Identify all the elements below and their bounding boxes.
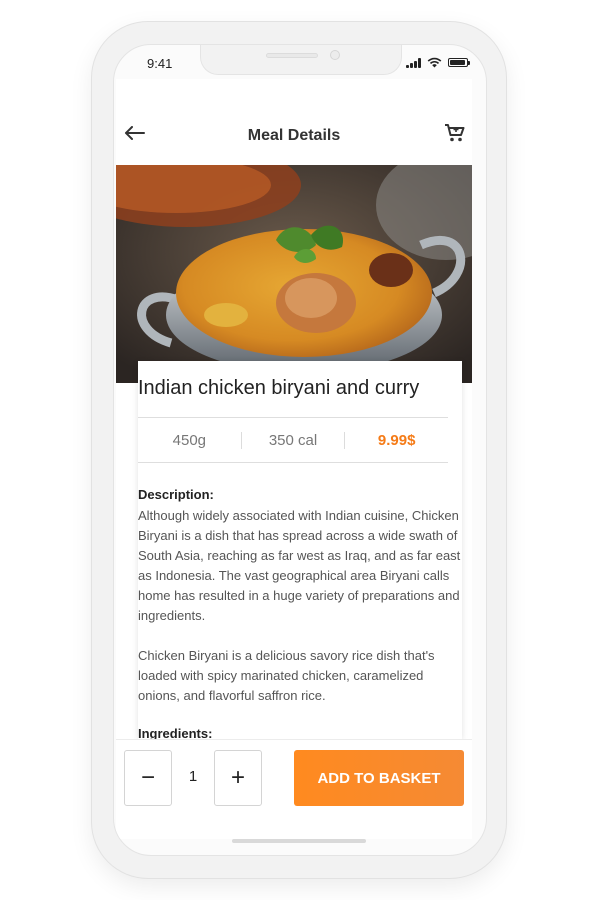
meal-calories: 350 cal xyxy=(240,431,345,449)
shopping-cart-icon[interactable] xyxy=(444,123,466,143)
cellular-signal-icon xyxy=(406,57,421,68)
page-title: Meal Details xyxy=(247,127,341,144)
status-time: 9:41 xyxy=(147,56,173,71)
meal-price: 9.99$ xyxy=(344,431,448,449)
plus-icon: + xyxy=(230,764,245,791)
increase-quantity-button[interactable]: + xyxy=(214,750,262,806)
phone-screen: 9:41 Meal Details Indian chicken biryani… xyxy=(113,44,487,856)
bottom-bar: − 1 + ADD TO BASKET xyxy=(116,739,472,839)
add-to-basket-button[interactable]: ADD TO BASKET xyxy=(294,750,464,806)
meal-name: Indian chicken biryani and curry xyxy=(138,377,420,399)
description-text: Although widely associated with Indian c… xyxy=(138,506,464,726)
meal-details-screen: Meal Details Indian chicken biryani and … xyxy=(116,79,472,839)
description-paragraph: Chicken Biryani is a delicious savory ri… xyxy=(138,648,435,703)
camera-icon xyxy=(330,50,340,60)
decrease-quantity-button[interactable]: − xyxy=(124,750,172,806)
meal-stats: 450g 350 cal 9.99$ xyxy=(138,417,448,463)
meal-photo xyxy=(116,165,472,383)
wifi-icon xyxy=(427,57,442,68)
description-paragraph: Although widely associated with Indian c… xyxy=(138,508,461,623)
speaker-icon xyxy=(266,53,318,58)
meal-info-card: Indian chicken biryani and curry 450g 35… xyxy=(138,361,464,741)
header: Meal Details xyxy=(116,79,472,165)
meal-weight: 450g xyxy=(172,431,207,449)
status-icons xyxy=(406,57,470,68)
battery-icon xyxy=(448,58,470,67)
description-label: Description: xyxy=(138,487,214,502)
quantity-value: 1 xyxy=(188,768,198,785)
notch xyxy=(200,45,402,75)
home-indicator[interactable] xyxy=(232,839,366,843)
minus-icon: − xyxy=(140,764,155,791)
